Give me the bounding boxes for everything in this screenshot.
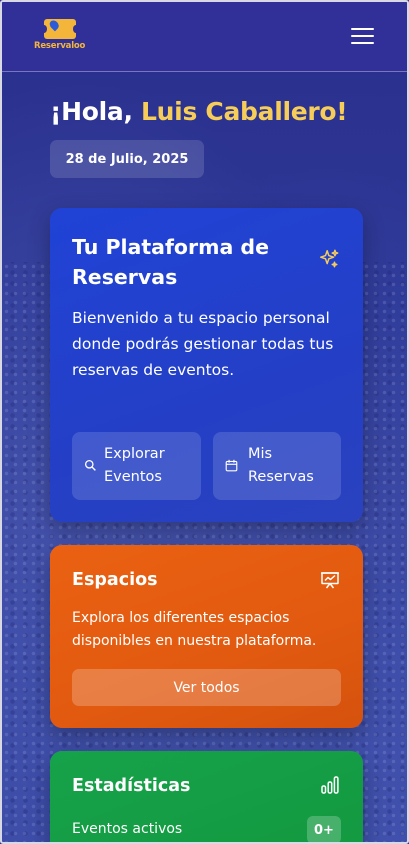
spaces-card-title: Espacios	[72, 570, 158, 590]
platform-card-title: Tu Plataforma de Reservas	[72, 235, 270, 289]
my-reservations-button[interactable]: Mis Reservas	[213, 432, 341, 500]
platform-card: Tu Plataforma de Reservas Bienvenido a t…	[50, 208, 363, 522]
my-reservations-label: Mis Reservas	[248, 446, 314, 485]
greeting-prefix: ¡Hola,	[50, 97, 142, 126]
app-frame: Reservaloo ¡Hola, Luis Caballero! 28 de …	[0, 0, 409, 844]
explore-events-label: Explorar Eventos	[104, 446, 165, 485]
calendar-icon	[225, 459, 238, 472]
spaces-card: Espacios Explora los diferentes espacios…	[50, 545, 363, 728]
app-logo[interactable]: Reservaloo	[34, 16, 86, 56]
hamburger-menu-icon[interactable]	[351, 26, 375, 46]
presentation-icon	[321, 572, 339, 589]
spaces-card-description: Explora los diferentes espacios disponib…	[72, 610, 317, 649]
platform-card-description: Bienvenido a tu espacio personal donde p…	[72, 309, 334, 379]
bar-chart-icon	[321, 776, 339, 794]
see-all-button[interactable]: Ver todos	[72, 669, 341, 706]
explore-events-button[interactable]: Explorar Eventos	[72, 432, 201, 500]
sparkles-icon	[320, 249, 339, 268]
greeting-heading: ¡Hola, Luis Caballero!	[50, 97, 348, 126]
stats-card: Estadísticas Eventos activos 0+	[50, 751, 363, 842]
logo-text: Reservaloo	[34, 41, 86, 51]
search-icon	[84, 459, 96, 471]
active-events-count: 0+	[307, 816, 341, 842]
stats-card-title: Estadísticas	[72, 776, 191, 796]
user-name: Luis Caballero!	[141, 97, 348, 126]
date-badge: 28 de Julio, 2025	[50, 140, 204, 178]
top-navbar: Reservaloo	[2, 2, 407, 72]
active-events-label: Eventos activos	[72, 821, 183, 837]
